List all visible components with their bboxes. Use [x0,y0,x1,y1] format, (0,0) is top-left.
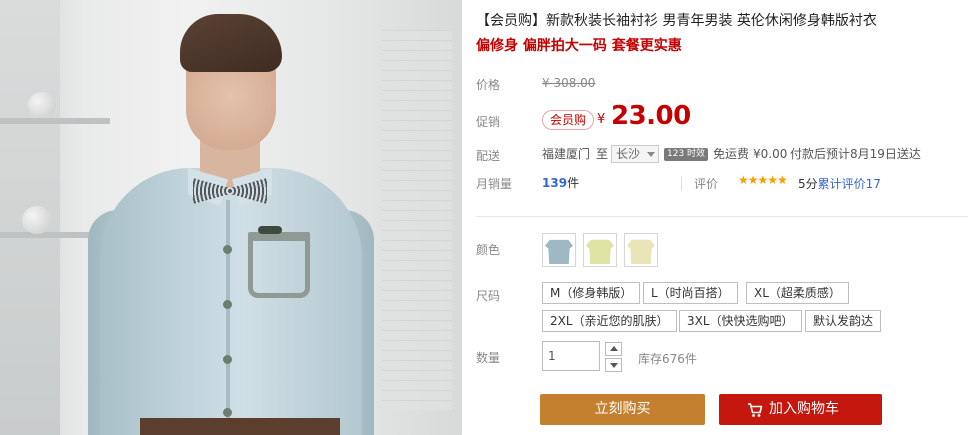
sales-unit: 件 [567,176,580,190]
chevron-down-icon [647,152,655,157]
shirt-pocket [248,232,310,298]
original-price: ¥ 308.00 [542,76,596,90]
promo-label: 促销 [476,115,501,129]
ship-from: 福建厦门 [542,147,591,161]
free-shipping-text: 免运费 [713,147,750,161]
stock-count: 库存676件 [638,352,697,366]
product-title: 【会员购】新款秋装长袖衬衫 男青年男装 英伦休闲修身韩版衬衣 [476,13,877,29]
shipping-label: 配送 [476,149,501,163]
size-option-2xl[interactable]: 2XL（亲近您的肌肤） [542,310,677,332]
vip-badge: 会员购 [542,110,595,130]
quantity-increase-button[interactable] [605,342,622,356]
divider-vertical [681,176,682,190]
section-divider [476,216,968,217]
quantity-label: 数量 [476,351,501,365]
destination-select[interactable]: 长沙 [611,145,659,163]
product-subtitle: 偏修身 偏胖拍大一码 套餐更实惠 [476,38,682,54]
size-option-default-shipping[interactable]: 默认发韵达 [805,310,882,332]
color-swatch-blue[interactable] [542,233,576,267]
model-belt [140,418,340,435]
ship-to-word: 至 [596,147,609,161]
cart-icon [748,403,763,417]
product-photo[interactable] [0,0,462,435]
quantity-input[interactable]: 1 [542,341,600,371]
shirt-button [223,408,232,417]
shirt-button [223,300,232,309]
price-label: 价格 [476,78,501,92]
size-option-m[interactable]: M（修身韩版） [542,282,641,304]
add-to-cart-label: 加入购物车 [769,401,839,417]
score-value: 5分 [798,177,818,191]
sales-label: 月销量 [476,177,513,191]
quantity-decrease-button[interactable] [605,358,622,372]
currency-symbol: ¥ [597,112,606,127]
add-to-cart-button[interactable]: 加入购物车 [719,394,882,425]
photo-blind [382,30,452,410]
delivery-eta: 付款后预计8月19日送达 [790,147,921,161]
shirt-thumbnail [627,238,655,264]
monthly-sales: 139件 [542,174,579,191]
model-hair [180,14,282,72]
shirt-placket [226,200,230,435]
shirt-button [223,355,232,364]
size-option-3xl[interactable]: 3XL（快快选购吧） [679,310,802,332]
delivery-time-badge: 123 时效 [664,148,709,161]
sales-count: 139 [542,176,568,190]
star-rating: ★★★★★ [738,173,788,187]
shirt-thumbnail [545,238,573,264]
destination-value: 长沙 [616,147,641,161]
buy-now-button[interactable]: 立刻购买 [540,394,705,425]
shirt-thumbnail [586,238,614,264]
color-swatch-cream[interactable] [624,233,658,267]
size-option-xl[interactable]: XL（超柔质感） [746,282,849,304]
shirt-button [223,245,232,254]
size-label: 尺码 [476,289,501,303]
shipping-fee: ¥0.00 [753,147,788,161]
rating-score: 5分累计评价17 [798,175,881,192]
photo-orb [28,92,56,118]
color-label: 颜色 [476,243,501,257]
current-price: 23.00 [611,101,691,131]
size-option-l[interactable]: L（时尚百搭） [643,282,738,304]
rating-label: 评价 [694,177,719,191]
product-page: 【会员购】新款秋装长袖衬衫 男青年男装 英伦休闲修身韩版衬衣 偏修身 偏胖拍大一… [0,0,972,435]
photo-orb [22,206,52,234]
photo-shelf [0,118,110,124]
color-swatch-yellow[interactable] [583,233,617,267]
pocket-pin [258,226,282,234]
review-count-link[interactable]: 累计评价17 [818,177,881,191]
